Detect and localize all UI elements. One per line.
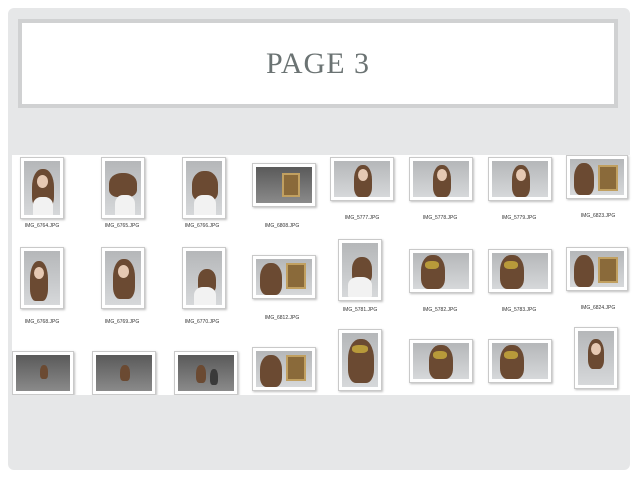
thumbnail-landscape[interactable] (488, 339, 552, 383)
photo-girl-reaching (342, 243, 378, 297)
thumbnail-caption: IMG_6769.JPG (104, 319, 140, 325)
page-title: PAGE 3 (265, 47, 371, 80)
thumbnail-caption: IMG_6764.JPG (24, 223, 60, 229)
thumbnail-caption: IMG_6766.JPG (184, 223, 220, 229)
thumbnail-portrait[interactable] (101, 157, 145, 219)
thumbnail-landscape[interactable] (409, 339, 473, 383)
thumbnail-portrait[interactable] (338, 239, 382, 301)
thumbnail-landscape[interactable] (409, 157, 473, 201)
thumbnail-landscape[interactable] (566, 247, 628, 291)
thumbnail-landscape[interactable] (252, 163, 316, 207)
thumbnail-caption: IMG_6770.JPG (184, 319, 220, 325)
thumbnail-landscape[interactable] (174, 351, 238, 395)
thumbnail-portrait[interactable] (20, 157, 64, 219)
thumbnail-portrait[interactable] (574, 327, 618, 389)
photo-dark-mirror (256, 167, 312, 203)
photo-mirror-hair (256, 351, 312, 387)
photo-girl-mask (492, 253, 548, 289)
photo-girl-long-hair (24, 161, 60, 215)
photo-girl-mask (342, 333, 378, 387)
thumbnail-caption: IMG_5781.JPG (342, 307, 378, 313)
thumbnail-caption: IMG_5783.JPG (501, 307, 537, 313)
photo-mirror-hair (256, 259, 312, 295)
photo-girl-tilted (105, 251, 141, 305)
thumbnail-landscape[interactable] (488, 157, 552, 201)
thumbnail-portrait[interactable] (182, 247, 226, 309)
photo-girl-portrait (492, 161, 548, 197)
thumbnail-caption: IMG_6824.JPG (580, 305, 616, 311)
photo-mirror-hair (570, 251, 624, 287)
photo-girl-standing (578, 331, 614, 385)
photo-girl-motion (186, 251, 222, 305)
thumbnail-landscape[interactable] (252, 347, 316, 391)
thumbnail-landscape[interactable] (330, 157, 394, 201)
thumbnail-caption: IMG_5779.JPG (501, 215, 537, 221)
thumbnail-caption: IMG_6768.JPG (24, 319, 60, 325)
thumbnail-landscape[interactable] (12, 351, 74, 395)
thumbnail-caption: IMG_6808.JPG (264, 223, 300, 229)
photo-girl-mask (492, 343, 548, 379)
thumbnail-caption: IMG_5777.JPG (344, 215, 380, 221)
contact-sheet: IMG_6764.JPG IMG_6765.JPG IMG_6766.JPG I… (12, 155, 638, 395)
thumbnail-landscape[interactable] (92, 351, 156, 395)
thumbnail-caption: IMG_6812.JPG (264, 315, 300, 321)
title-box: PAGE 3 (18, 19, 618, 108)
thumbnail-landscape[interactable] (409, 249, 473, 293)
photo-girl-portrait (413, 161, 469, 197)
photo-dark-room-two (178, 355, 234, 391)
photo-hair-flip (105, 161, 141, 215)
photo-mirror-hair (570, 159, 624, 195)
thumbnail-caption: IMG_5778.JPG (422, 215, 458, 221)
thumbnail-landscape[interactable] (252, 255, 316, 299)
thumbnail-portrait[interactable] (182, 157, 226, 219)
photo-dark-room (96, 355, 152, 391)
photo-girl-mask (413, 343, 469, 379)
thumbnail-caption: IMG_6823.JPG (580, 213, 616, 219)
photo-girl-mask (413, 253, 469, 289)
thumbnail-landscape[interactable] (488, 249, 552, 293)
photo-girl-side (24, 251, 60, 305)
thumbnail-caption: IMG_6765.JPG (104, 223, 140, 229)
photo-smiling-girl (334, 161, 390, 197)
thumbnail-portrait[interactable] (20, 247, 64, 309)
photo-dark-room (16, 355, 70, 391)
thumbnail-landscape[interactable] (566, 155, 628, 199)
thumbnail-portrait[interactable] (338, 329, 382, 391)
thumbnail-caption: IMG_5782.JPG (422, 307, 458, 313)
thumbnail-portrait[interactable] (101, 247, 145, 309)
photo-hair-back (186, 161, 222, 215)
